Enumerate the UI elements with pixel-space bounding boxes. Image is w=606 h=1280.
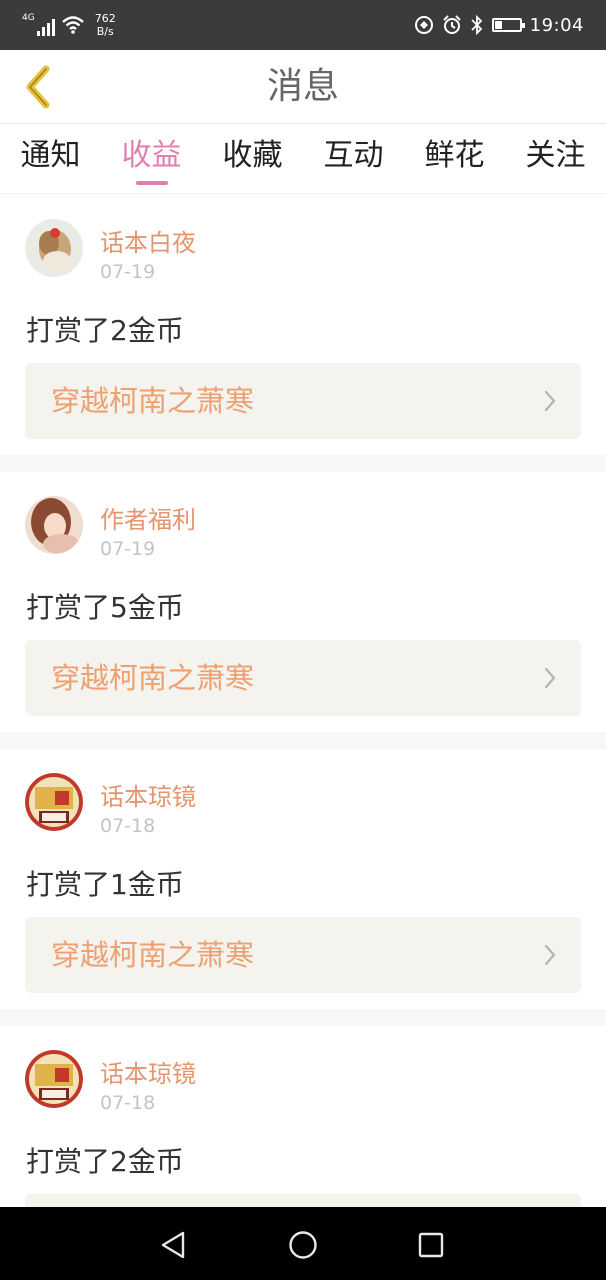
alarm-icon (442, 15, 461, 34)
reward-text: 打赏了1金币 (26, 868, 184, 901)
nfc-icon (414, 16, 433, 34)
network-speed: 762 B/s (95, 12, 116, 38)
reward-text: 打赏了2金币 (26, 1145, 184, 1178)
battery-icon (491, 18, 525, 32)
book-link[interactable] (25, 1194, 581, 1207)
back-button[interactable] (12, 62, 62, 112)
tab-label: 关注 (525, 138, 586, 173)
tab-following[interactable]: 关注 (505, 124, 606, 193)
message-date: 07-19 (100, 538, 156, 560)
tab-label: 鲜花 (424, 138, 485, 173)
book-link[interactable]: 穿越柯南之萧寒 (25, 640, 581, 716)
message-date: 07-18 (100, 815, 156, 837)
status-bar: 4G 762 B/s 19:04 (0, 0, 606, 50)
reward-text: 打赏了5金币 (26, 591, 184, 624)
bluetooth-icon (470, 15, 482, 35)
speed-unit: B/s (96, 25, 114, 38)
tab-notifications[interactable]: 通知 (0, 124, 101, 193)
chevron-right-icon (544, 667, 556, 689)
tab-favorites[interactable]: 收藏 (202, 124, 303, 193)
home-circle-icon (289, 1231, 317, 1259)
back-triangle-icon (161, 1231, 185, 1259)
chevron-right-icon (544, 944, 556, 966)
tab-label: 通知 (20, 138, 81, 173)
tab-label: 互动 (323, 138, 384, 173)
avatar[interactable] (25, 496, 83, 554)
message-list[interactable]: 话本白夜 07-19 打赏了2金币 穿越柯南之萧寒 作者福利 07-19 打赏了… (0, 195, 606, 1207)
nav-home-button[interactable] (281, 1223, 325, 1267)
reward-text: 打赏了2金币 (26, 314, 184, 347)
message-card: 作者福利 07-19 打赏了5金币 穿越柯南之萧寒 (0, 472, 606, 732)
clock: 19:04 (529, 14, 584, 36)
speed-value: 762 (94, 12, 116, 25)
app-header: 消息 (0, 50, 606, 124)
username[interactable]: 作者福利 (100, 500, 196, 535)
status-right: 19:04 (414, 10, 584, 40)
book-title: 穿越柯南之萧寒 (51, 384, 255, 418)
network-type: 4G (22, 13, 35, 23)
username[interactable]: 话本琼镜 (100, 777, 196, 812)
tab-label: 收益 (121, 138, 182, 173)
signal-icon: 4G (22, 14, 55, 36)
nav-recents-button[interactable] (409, 1223, 453, 1267)
message-date: 07-19 (100, 261, 156, 283)
nav-back-button[interactable] (151, 1223, 195, 1267)
username[interactable]: 话本琼镜 (100, 1054, 196, 1089)
recents-square-icon (418, 1232, 444, 1258)
tab-earnings[interactable]: 收益 (101, 124, 202, 193)
avatar[interactable] (25, 773, 83, 831)
active-tab-indicator (135, 181, 168, 185)
book-title: 穿越柯南之萧寒 (51, 661, 255, 695)
message-card: 话本琼镜 07-18 打赏了1金币 穿越柯南之萧寒 (0, 749, 606, 1009)
tab-flowers[interactable]: 鲜花 (404, 124, 505, 193)
avatar[interactable] (25, 1050, 83, 1108)
tab-interactions[interactable]: 互动 (303, 124, 404, 193)
system-nav-bar (0, 1207, 606, 1280)
book-title: 穿越柯南之萧寒 (51, 938, 255, 972)
message-card: 话本琼镜 07-18 打赏了2金币 (0, 1026, 606, 1207)
book-link[interactable]: 穿越柯南之萧寒 (25, 363, 581, 439)
status-left: 4G 762 B/s (22, 10, 116, 40)
avatar[interactable] (25, 219, 83, 277)
username[interactable]: 话本白夜 (100, 223, 196, 258)
tab-label: 收藏 (222, 138, 283, 173)
page-title: 消息 (266, 66, 339, 107)
book-link[interactable]: 穿越柯南之萧寒 (25, 917, 581, 993)
message-date: 07-18 (100, 1092, 156, 1114)
message-card: 话本白夜 07-19 打赏了2金币 穿越柯南之萧寒 (0, 195, 606, 455)
tab-bar: 通知 收益 收藏 互动 鲜花 关注 (0, 124, 606, 194)
wifi-icon (61, 16, 84, 34)
chevron-right-icon (544, 390, 556, 412)
chevron-left-icon (26, 65, 50, 109)
